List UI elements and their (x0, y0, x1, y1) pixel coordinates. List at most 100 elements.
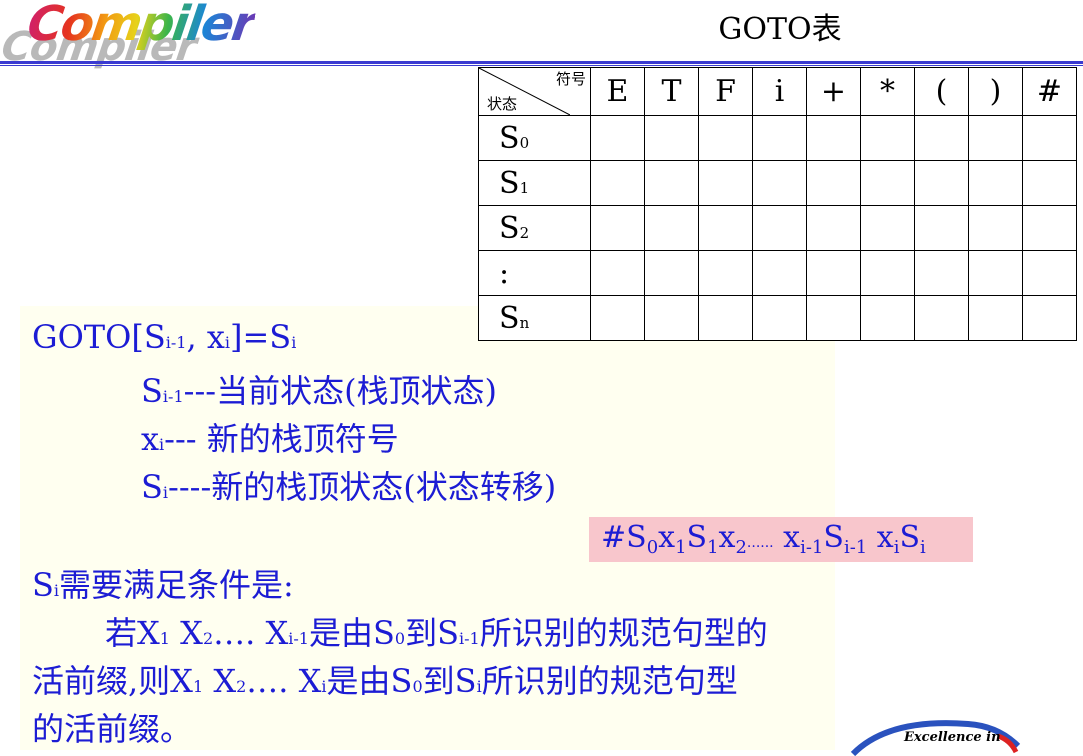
table-cell (698, 115, 753, 161)
text-run: S (32, 566, 54, 604)
state-label: S2 (478, 205, 591, 251)
table-cell (752, 205, 807, 251)
table-cell (752, 160, 807, 206)
text-run: …. X (246, 662, 322, 700)
subscript: 2 (735, 537, 747, 558)
text-run: ]=S (230, 318, 292, 356)
subscript: 1 (192, 677, 204, 696)
subscript: i (291, 333, 297, 352)
text-run: --- 新的栈顶符号 (164, 420, 399, 458)
state-base: S (499, 210, 520, 246)
table-cell (806, 115, 861, 161)
subscript: 1 (707, 537, 719, 558)
text-run: 需要满足条件是: (59, 566, 294, 604)
table-cell (644, 250, 699, 296)
text-run: , x (186, 318, 225, 356)
table-cell (644, 205, 699, 251)
condition-line-3: 的活前缀。 (32, 710, 193, 748)
condition-heading: Si需要满足条件是: (32, 560, 294, 606)
text-run: S (899, 520, 921, 555)
table-cell (644, 115, 699, 161)
table-cell (1022, 250, 1077, 296)
table-cell (914, 250, 969, 296)
state-subscript: 2 (519, 223, 530, 242)
table-cell (806, 205, 861, 251)
text-run: …. X (213, 614, 289, 652)
table-cell (806, 250, 861, 296)
text-run: S (141, 372, 163, 410)
state-subscript: 0 (519, 133, 530, 152)
text-run: 所识别的规范句型 (481, 662, 738, 700)
table-cell (968, 160, 1023, 206)
text-run: 是由S (308, 614, 395, 652)
column-header: i (752, 67, 807, 116)
text-run: 是由S (326, 662, 413, 700)
table-cell (968, 115, 1023, 161)
table-cell (752, 295, 807, 341)
text-run: X (169, 614, 203, 652)
logo-text: Compiler (24, 0, 258, 52)
table-cell (590, 115, 645, 161)
table-row: Sn (478, 295, 1077, 341)
text-run: x (141, 420, 160, 458)
table-cell (1022, 115, 1077, 161)
subscript: i (920, 537, 926, 558)
subscript: 1 (675, 537, 687, 558)
text-run: 所识别的规范句型的 (479, 614, 768, 652)
text-run: #S (601, 520, 647, 555)
table-cell (644, 160, 699, 206)
state-subscript: 1 (519, 178, 530, 197)
ellipsis: ...... (746, 535, 774, 551)
condition-line-2: 活前缀,则X1 X2…. Xi是由S0到Si所识别的规范句型 (32, 656, 738, 702)
subscript: i-1 (288, 629, 309, 648)
table-cell (860, 250, 915, 296)
table-cell (590, 250, 645, 296)
table-cell (590, 160, 645, 206)
table-row: S1 (478, 160, 1077, 206)
header-divider (0, 61, 1083, 64)
table-cell (914, 205, 969, 251)
column-header: E (590, 67, 645, 116)
subscript: i-1 (162, 387, 184, 406)
subscript: 1 (159, 629, 170, 648)
table-cell (1022, 160, 1077, 206)
corner-symbol-label: 符号 (555, 70, 586, 88)
table-corner-cell: 符号 状态 (478, 67, 591, 116)
condition-line-1: 若X1 X2…. Xi-1是由S0到Si-1所识别的规范句型的 (105, 608, 768, 654)
table-cell (860, 115, 915, 161)
state-label: Sn (478, 295, 591, 341)
text-run: S (823, 520, 844, 555)
subscript: i-1 (165, 333, 187, 352)
logo: Compiler Compiler (0, 0, 258, 70)
excellence-badge-text: Excellence in (904, 730, 1001, 745)
corner-state-label: 状态 (487, 95, 518, 113)
table-cell (968, 205, 1023, 251)
text-run: S (686, 520, 708, 555)
state-base: S (499, 165, 520, 201)
text-run: S (141, 468, 163, 506)
column-header: + (806, 67, 861, 116)
table-cell (860, 205, 915, 251)
subscript: 0 (394, 629, 406, 648)
table-cell (914, 160, 969, 206)
text-run: x (867, 520, 894, 555)
table-cell (590, 295, 645, 341)
text-run: 到S (405, 614, 460, 652)
column-header: T (644, 67, 699, 116)
table-cell (1022, 295, 1077, 341)
column-header: ( (914, 67, 969, 116)
page-title: GOTO表 (718, 12, 842, 47)
table-cell (644, 295, 699, 341)
table-cell (698, 295, 753, 341)
state-base: S (499, 120, 520, 156)
state-label: : (478, 250, 591, 296)
state-label: S1 (478, 160, 591, 206)
subscript: 0 (412, 677, 423, 696)
table-cell (860, 160, 915, 206)
subscript: i-1 (843, 537, 868, 558)
stack-formula: #S0x1S1x2...... xi-1Si-1 xiSi (601, 520, 926, 558)
table-cell (806, 295, 861, 341)
table-cell (968, 295, 1023, 341)
text-run: X (203, 662, 237, 700)
goto-table: 符号 状态 E T F i + * ( ) # S0 S1 S2 : Sn (478, 67, 1077, 341)
